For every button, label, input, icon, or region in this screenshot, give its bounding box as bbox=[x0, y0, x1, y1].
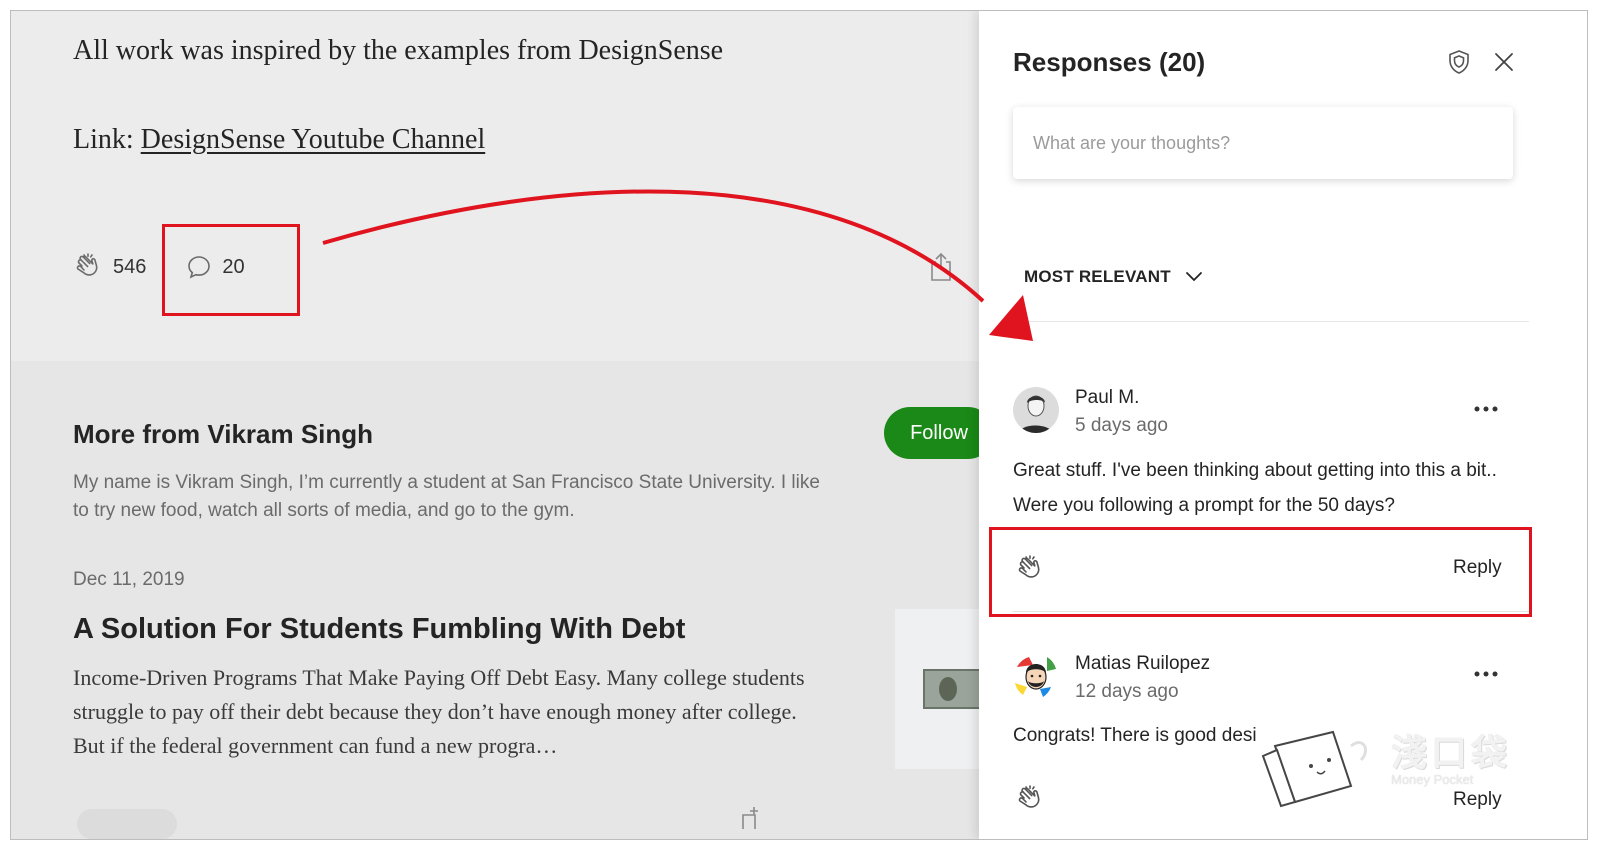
story-title[interactable]: A Solution For Students Fumbling With De… bbox=[73, 613, 685, 646]
author-bio: My name is Vikram Singh, I’m currently a… bbox=[73, 472, 820, 521]
shield-icon bbox=[1449, 50, 1469, 74]
avatar-illustration-icon bbox=[1013, 653, 1059, 699]
responses-panel: Responses (20) MOST RELEVANT bbox=[979, 11, 1587, 839]
divider bbox=[1013, 321, 1529, 322]
sort-dropdown[interactable]: MOST RELEVANT bbox=[1024, 267, 1203, 287]
more-options-icon[interactable] bbox=[1473, 669, 1499, 679]
clap-count: 546 bbox=[113, 255, 147, 278]
response-time: 5 days ago bbox=[1075, 415, 1168, 436]
tag-pill[interactable] bbox=[77, 809, 177, 839]
sort-label: MOST RELEVANT bbox=[1024, 267, 1171, 286]
follow-button[interactable]: Follow bbox=[884, 407, 994, 459]
more-options-icon[interactable] bbox=[1473, 404, 1499, 414]
dollar-bill-image bbox=[923, 669, 985, 709]
clap-icon[interactable] bbox=[1015, 784, 1045, 814]
article-area: All work was inspired by the examples fr… bbox=[11, 11, 994, 839]
article-body: All work was inspired by the examples fr… bbox=[11, 11, 981, 361]
clap-icon bbox=[76, 253, 98, 276]
close-icon bbox=[1495, 53, 1513, 71]
response-author[interactable]: Matias Ruilopez bbox=[1075, 653, 1210, 675]
avatar-paul[interactable] bbox=[1013, 387, 1059, 433]
story-thumbnail[interactable] bbox=[895, 609, 985, 769]
avatar-photo-icon bbox=[1013, 387, 1059, 433]
clap-button[interactable]: 546 bbox=[73, 252, 146, 282]
chevron-down-icon bbox=[1185, 272, 1202, 282]
responses-title: Responses (20) bbox=[1013, 47, 1206, 77]
response-text: Great stuff. I've been thinking about ge… bbox=[1013, 460, 1497, 516]
response-text: Congrats! There is good desi bbox=[1013, 725, 1257, 746]
response-time: 12 days ago bbox=[1075, 681, 1179, 702]
highlight-box-comments bbox=[162, 224, 300, 316]
bookmark-add-icon[interactable] bbox=[737, 805, 761, 829]
share-icon bbox=[931, 252, 951, 281]
close-button[interactable] bbox=[1493, 51, 1515, 73]
response-author[interactable]: Paul M. bbox=[1075, 387, 1139, 409]
reply-button[interactable]: Reply bbox=[1453, 789, 1502, 811]
designsense-link[interactable]: DesignSense Youtube Channel bbox=[141, 124, 486, 155]
story-excerpt: Income-Driven Programs That Make Paying … bbox=[73, 665, 805, 758]
story-date: Dec 11, 2019 bbox=[73, 569, 185, 590]
more-from-title: More from Vikram Singh bbox=[73, 419, 374, 449]
highlight-box-reply bbox=[989, 527, 1532, 617]
response-input[interactable] bbox=[1013, 107, 1513, 179]
avatar-matias[interactable] bbox=[1013, 653, 1059, 699]
link-prefix: Link: bbox=[73, 124, 141, 155]
share-button[interactable] bbox=[927, 251, 955, 283]
link-line: Link: DesignSense Youtube Channel bbox=[73, 124, 485, 156]
screenshot-frame: All work was inspired by the examples fr… bbox=[10, 10, 1588, 840]
community-guidelines-button[interactable] bbox=[1447, 49, 1471, 75]
inspired-text: All work was inspired by the examples fr… bbox=[73, 35, 724, 66]
